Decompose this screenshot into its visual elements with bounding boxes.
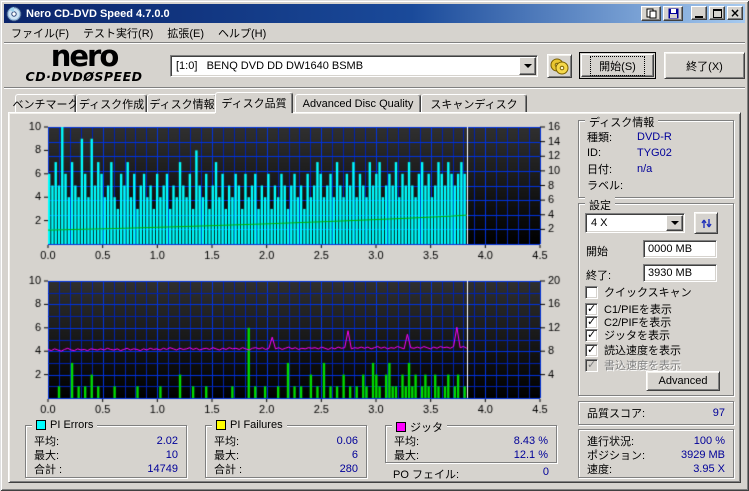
scan-speed-value: 4 X: [591, 217, 608, 229]
jitter-stats-group: ジッタ 平均: 8.43 % 最大: 12.1 %: [385, 419, 557, 463]
tab-disc-info[interactable]: ディスク情報: [147, 94, 217, 112]
drive-select-value: [1:0] BENQ DVD DD DW1640 BSMB: [176, 60, 364, 72]
tab-disc-quality[interactable]: ディスク品質: [215, 92, 293, 113]
pi-failures-title: PI Failures: [230, 419, 283, 431]
disc-date-label: 日付:: [587, 163, 613, 176]
pi-failures-legend-swatch: [216, 420, 226, 430]
quality-score-value: 97: [712, 406, 725, 419]
save-icon: [668, 8, 678, 19]
disc-id-label: ID:: [587, 146, 602, 159]
settings-title: 設定: [585, 197, 615, 213]
pi-errors-legend-swatch: [36, 420, 46, 430]
pi-errors-title: PI Errors: [50, 419, 94, 431]
disc-type-label: 種類:: [587, 131, 613, 144]
app-window: Nero CD-DVD Speed 4.7.0.0 × ファイル(F) テスト実…: [0, 0, 749, 491]
separator: [4, 87, 745, 89]
checkbox-4[interactable]: [585, 343, 598, 357]
nero-logo-text: nero: [50, 39, 120, 73]
pi-errors-stats-group: PI Errors 平均: 2.02 最大: 10 合計 :14749: [25, 419, 187, 478]
pi-failures-jitter-chart: [20, 274, 576, 422]
progress-box: 進行状況: 100 % ポジション: 3929 MB 速度: 3.95 X: [578, 429, 734, 478]
scan-speed-dropdown[interactable]: [666, 215, 683, 231]
minimize-icon: [695, 15, 703, 18]
exit-button[interactable]: 終了(X): [664, 52, 745, 79]
start-position-field[interactable]: 0000 MB: [643, 240, 717, 258]
start-button-label: 開始(S): [590, 55, 645, 76]
maximize-button[interactable]: [709, 6, 725, 20]
disc-label-label: ラベル:: [587, 179, 624, 192]
save-button[interactable]: [663, 6, 683, 21]
po-failures-row: PO フェイル: 0: [393, 466, 549, 482]
speed-label: 速度:: [587, 463, 613, 476]
close-icon: ×: [729, 6, 741, 20]
cddvdspeed-logo-text: CD·DVDØSPEED: [25, 69, 143, 84]
advanced-button[interactable]: Advanced: [646, 371, 720, 391]
end-position-field[interactable]: 3930 MB: [643, 264, 717, 282]
tab-create-disc[interactable]: ディスク作成: [76, 94, 147, 112]
position-value: 3929 MB: [680, 448, 725, 461]
chevron-down-icon: [670, 221, 679, 225]
pi-errors-chart: [20, 120, 576, 268]
window-title: Nero CD-DVD Speed 4.7.0.0: [26, 7, 170, 20]
speed-value: 3.95 X: [693, 462, 725, 475]
title-bar: Nero CD-DVD Speed 4.7.0.0 ×: [4, 4, 745, 23]
pi-failures-stats-group: PI Failures 平均: 0.06 最大: 6 合計 :280: [205, 419, 367, 478]
disc-info-group: ディスク情報 種類: DVD-R ID: TYG02 日付: n/a ラベル:: [578, 114, 734, 198]
scan-speed-select[interactable]: 4 X: [585, 213, 685, 233]
quality-score-box: 品質スコア: 97: [578, 401, 734, 425]
checkbox-5: [585, 358, 598, 372]
nero-logo: nero CD·DVDØSPEED: [24, 39, 144, 85]
disc-type-value: DVD-R: [637, 130, 672, 143]
checkbox-row-show-jitter[interactable]: ジッタを表示: [585, 328, 670, 342]
jitter-legend-swatch: [396, 422, 406, 432]
eject-disc-button[interactable]: [547, 54, 572, 78]
checkbox-row-quick-scan[interactable]: クイックスキャン: [585, 285, 692, 299]
copy-icon: [646, 8, 656, 19]
exit-button-label: 終了(X): [686, 60, 723, 73]
refresh-icon: [700, 218, 712, 228]
maximize-icon: [712, 8, 722, 18]
menu-extra[interactable]: 拡張(E): [160, 23, 211, 43]
copy-to-clipboard-button[interactable]: [641, 6, 661, 21]
checkbox-3[interactable]: [585, 328, 598, 342]
po-failures-value: 0: [542, 466, 549, 478]
tab-benchmark[interactable]: ベンチマーク: [13, 94, 79, 112]
tab-advanced-disc-quality[interactable]: Advanced Disc Quality: [295, 94, 421, 112]
end-position-label: 終了:: [586, 270, 612, 282]
menu-help[interactable]: ヘルプ(H): [211, 23, 273, 43]
close-button[interactable]: ×: [727, 6, 743, 20]
drive-select[interactable]: [1:0] BENQ DVD DD DW1640 BSMB: [170, 55, 538, 77]
discs-icon: [550, 58, 569, 74]
disc-date-value: n/a: [637, 162, 653, 175]
start-position-label: 開始: [586, 246, 608, 258]
disc-id-value: TYG02: [637, 146, 672, 159]
minimize-button[interactable]: [691, 6, 707, 20]
chevron-down-icon: [523, 64, 532, 68]
checkbox-row-show-read-speed[interactable]: 読込速度を表示: [585, 343, 681, 357]
po-failures-label: PO フェイル:: [393, 469, 460, 481]
app-icon: [6, 6, 22, 21]
start-button[interactable]: 開始(S): [579, 52, 656, 79]
checkbox-0[interactable]: [585, 285, 598, 299]
refresh-button[interactable]: [694, 212, 718, 234]
progress-value: 100 %: [693, 434, 725, 447]
tab-scandisc[interactable]: スキャンディスク: [421, 94, 527, 112]
quality-score-label: 品質スコア:: [587, 407, 646, 420]
checkbox-row-show-write-speed: 書込速度を表示: [585, 358, 681, 372]
drive-select-dropdown[interactable]: [519, 57, 536, 75]
